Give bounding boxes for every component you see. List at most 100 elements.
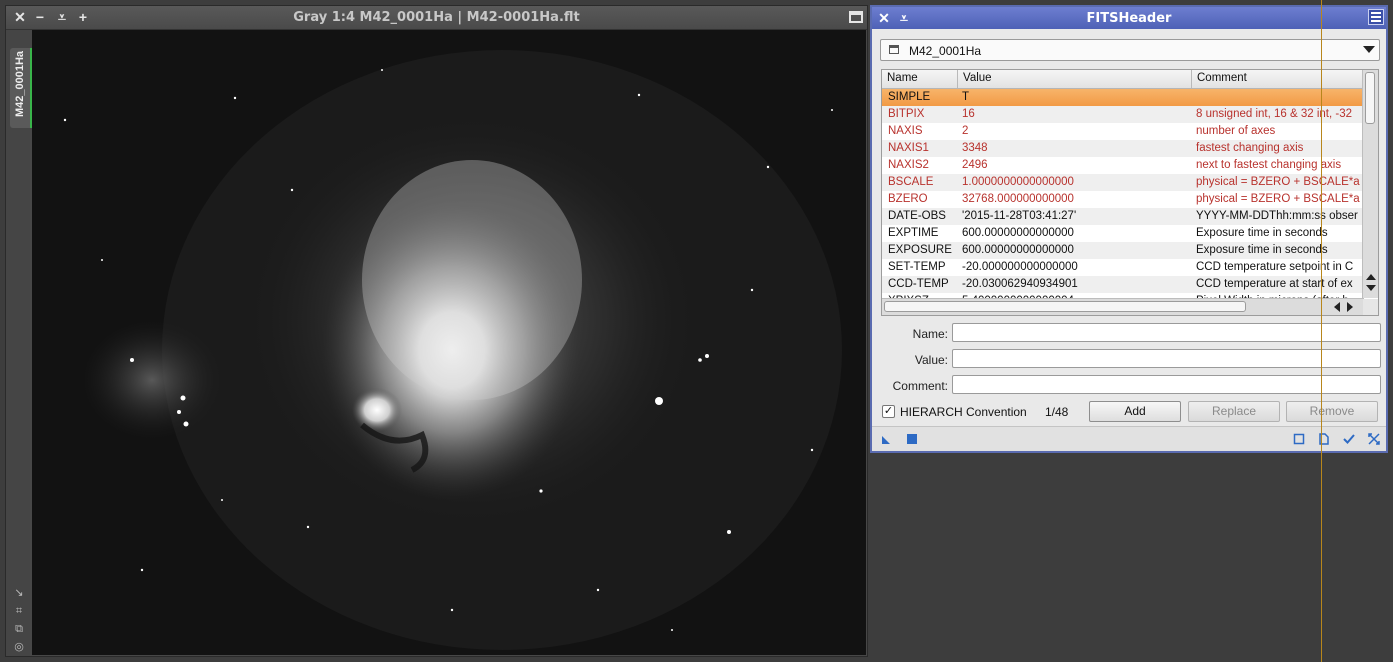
keyword-value: -20.030062940934901 — [962, 278, 1078, 290]
apply-check-icon[interactable] — [1343, 433, 1355, 445]
keyword-comment: CCD temperature setpoint in C — [1196, 261, 1354, 273]
keyword-name: CCD-TEMP — [888, 278, 949, 290]
browse-documentation-icon[interactable] — [1293, 433, 1305, 445]
chevron-down-icon[interactable] — [1363, 46, 1375, 53]
keyword-comment: YYYY-MM-DDThh:mm:ss obser — [1196, 210, 1358, 222]
fits-window-title: FITSHeader — [1086, 11, 1172, 26]
frame-icon[interactable]: ⌗ — [12, 604, 26, 618]
keyword-value: 3348 — [962, 142, 988, 154]
keyword-comment: 8 unsigned int, 16 & 32 int, -32 — [1196, 108, 1352, 120]
keyword-name: NAXIS — [888, 125, 923, 137]
keyword-value: -20.000000000000000 — [962, 261, 1078, 273]
document-icon — [889, 45, 899, 54]
keyword-name: BITPIX — [888, 108, 925, 120]
keyword-comment: number of axes — [1196, 125, 1276, 137]
keyword-name: NAXIS2 — [888, 159, 929, 171]
hierarch-label: HIERARCH Convention — [900, 405, 1027, 419]
keyword-name: BSCALE — [888, 176, 934, 188]
column-header-name[interactable]: Name — [887, 72, 918, 84]
table-row[interactable]: NAXIS2 2496 next to fastest changing axis — [882, 157, 1364, 174]
table-rows: SIMPLE T BITPIX 16 8 unsigned int, 16 & 32 i… — [882, 89, 1364, 298]
edit-instance-icon[interactable] — [1318, 433, 1330, 445]
file-selector[interactable]: M42_0001Ha — [880, 39, 1380, 61]
image-window-title: Gray 1:4 M42_0001Ha | M42-0001Ha.flt — [293, 10, 580, 25]
image-window[interactable]: ✕ − ⩡ + Gray 1:4 M42_0001Ha | M42-0001Ha… — [5, 5, 868, 657]
nebula-image — [32, 30, 866, 655]
column-header-comment[interactable]: Comment — [1197, 72, 1247, 84]
horizontal-scrollbar[interactable] — [882, 298, 1364, 315]
window-menu-icon[interactable] — [1368, 9, 1384, 25]
keyword-comment: physical = BZERO + BSCALE*a — [1196, 193, 1360, 205]
copy-icon[interactable]: ⧉ — [12, 622, 26, 636]
add-button[interactable]: Add — [1089, 401, 1181, 422]
table-row[interactable]: EXPTIME 600.00000000000000 Exposure time i… — [882, 225, 1364, 242]
execute-global-icon[interactable] — [906, 433, 918, 445]
view-tab[interactable]: M42_0001Ha — [10, 48, 32, 128]
scroll-up-icon[interactable] — [1366, 274, 1376, 280]
keyword-name: DATE-OBS — [888, 210, 946, 222]
keyword-name: SET-TEMP — [888, 261, 946, 273]
vertical-scroll-thumb[interactable] — [1365, 72, 1375, 124]
table-header: Name Value Comment — [882, 70, 1364, 89]
table-row[interactable]: BZERO 32768.000000000000 physical = BZERO … — [882, 191, 1364, 208]
keyword-value: '2015-11-28T03:41:27' — [962, 210, 1077, 222]
name-label: Name: — [912, 327, 948, 341]
keyword-comment: next to fastest changing axis — [1196, 159, 1342, 171]
table-row[interactable]: EXPOSURE 600.00000000000000 Exposure time … — [882, 242, 1364, 259]
keyword-comment: fastest changing axis — [1196, 142, 1304, 154]
guide-line — [1321, 0, 1322, 662]
replace-button[interactable]: Replace — [1188, 401, 1280, 422]
table-row[interactable]: BITPIX 16 8 unsigned int, 16 & 32 int, -32 — [882, 106, 1364, 123]
keyword-name: BZERO — [888, 193, 928, 205]
hierarch-checkbox[interactable]: ✓ — [882, 405, 895, 418]
keyword-name: SIMPLE — [888, 91, 931, 103]
table-row[interactable]: NAXIS1 3348 fastest changing axis — [882, 140, 1364, 157]
new-instance-icon[interactable] — [881, 433, 893, 445]
keyword-name: EXPTIME — [888, 227, 939, 239]
keyword-name: EXPOSURE — [888, 244, 952, 256]
image-canvas[interactable] — [32, 30, 866, 655]
column-header-value[interactable]: Value — [963, 72, 992, 84]
scroll-down-icon[interactable] — [1366, 285, 1376, 291]
keyword-table[interactable]: Name Value Comment SIMPLE T BITPIX 16 8 unsi… — [881, 69, 1379, 316]
scroll-right-icon[interactable] — [1347, 302, 1353, 312]
scroll-left-icon[interactable] — [1334, 302, 1340, 312]
table-row[interactable]: SIMPLE T — [882, 89, 1364, 106]
name-field[interactable] — [952, 323, 1381, 342]
value-field[interactable] — [952, 349, 1381, 368]
table-row[interactable]: DATE-OBS '2015-11-28T03:41:27' YYYY-MM-DDT… — [882, 208, 1364, 225]
table-row[interactable]: BSCALE 1.0000000000000000 physical = BZERO… — [882, 174, 1364, 191]
comment-label: Comment: — [892, 379, 948, 393]
table-row[interactable]: SET-TEMP -20.000000000000000 CCD temperatu… — [882, 259, 1364, 276]
horizontal-scroll-thumb[interactable] — [884, 301, 1246, 312]
table-row[interactable]: NAXIS 2 number of axes — [882, 123, 1364, 140]
keyword-value: 600.00000000000000 — [962, 244, 1074, 256]
keyword-value: 2 — [962, 125, 969, 137]
keyword-value: 16 — [962, 108, 975, 120]
keyword-name: NAXIS1 — [888, 142, 929, 154]
keyword-comment: Exposure time in seconds — [1196, 244, 1328, 256]
keyword-comment: Exposure time in seconds — [1196, 227, 1328, 239]
keyword-value: 32768.000000000000 — [962, 193, 1074, 205]
remove-button[interactable]: Remove — [1286, 401, 1378, 422]
keyword-value: T — [962, 91, 970, 103]
keyword-value: 600.00000000000000 — [962, 227, 1074, 239]
fits-header-window[interactable]: ✕ ⩡ FITSHeader M42_0001Ha Name Value Com… — [870, 5, 1388, 453]
keyword-comment: physical = BZERO + BSCALE*a — [1196, 176, 1360, 188]
value-label: Value: — [914, 353, 948, 367]
table-row[interactable]: CCD-TEMP -20.030062940934901 CCD temperatu… — [882, 276, 1364, 293]
image-window-titlebar[interactable]: ✕ − ⩡ + Gray 1:4 M42_0001Ha | M42-0001Ha… — [6, 6, 867, 30]
image-left-strip: M42_0001Ha ↘ ⌗ ⧉ ◎ — [6, 30, 32, 656]
fits-titlebar[interactable]: ✕ ⩡ FITSHeader — [872, 7, 1386, 29]
vertical-scrollbar[interactable] — [1362, 70, 1378, 298]
comment-field[interactable] — [952, 375, 1381, 394]
keyword-comment: CCD temperature at start of ex — [1196, 278, 1353, 290]
target-icon[interactable]: ◎ — [12, 640, 26, 654]
file-selector-value: M42_0001Ha — [909, 44, 982, 58]
keyword-counter: 1/48 — [1045, 405, 1069, 419]
arrow-icon[interactable]: ↘ — [12, 586, 26, 600]
process-bottom-bar — [872, 426, 1386, 451]
fullscreen-icon[interactable] — [849, 11, 863, 23]
reset-icon[interactable] — [1368, 433, 1380, 445]
view-tab-label: M42_0001Ha — [14, 50, 26, 118]
